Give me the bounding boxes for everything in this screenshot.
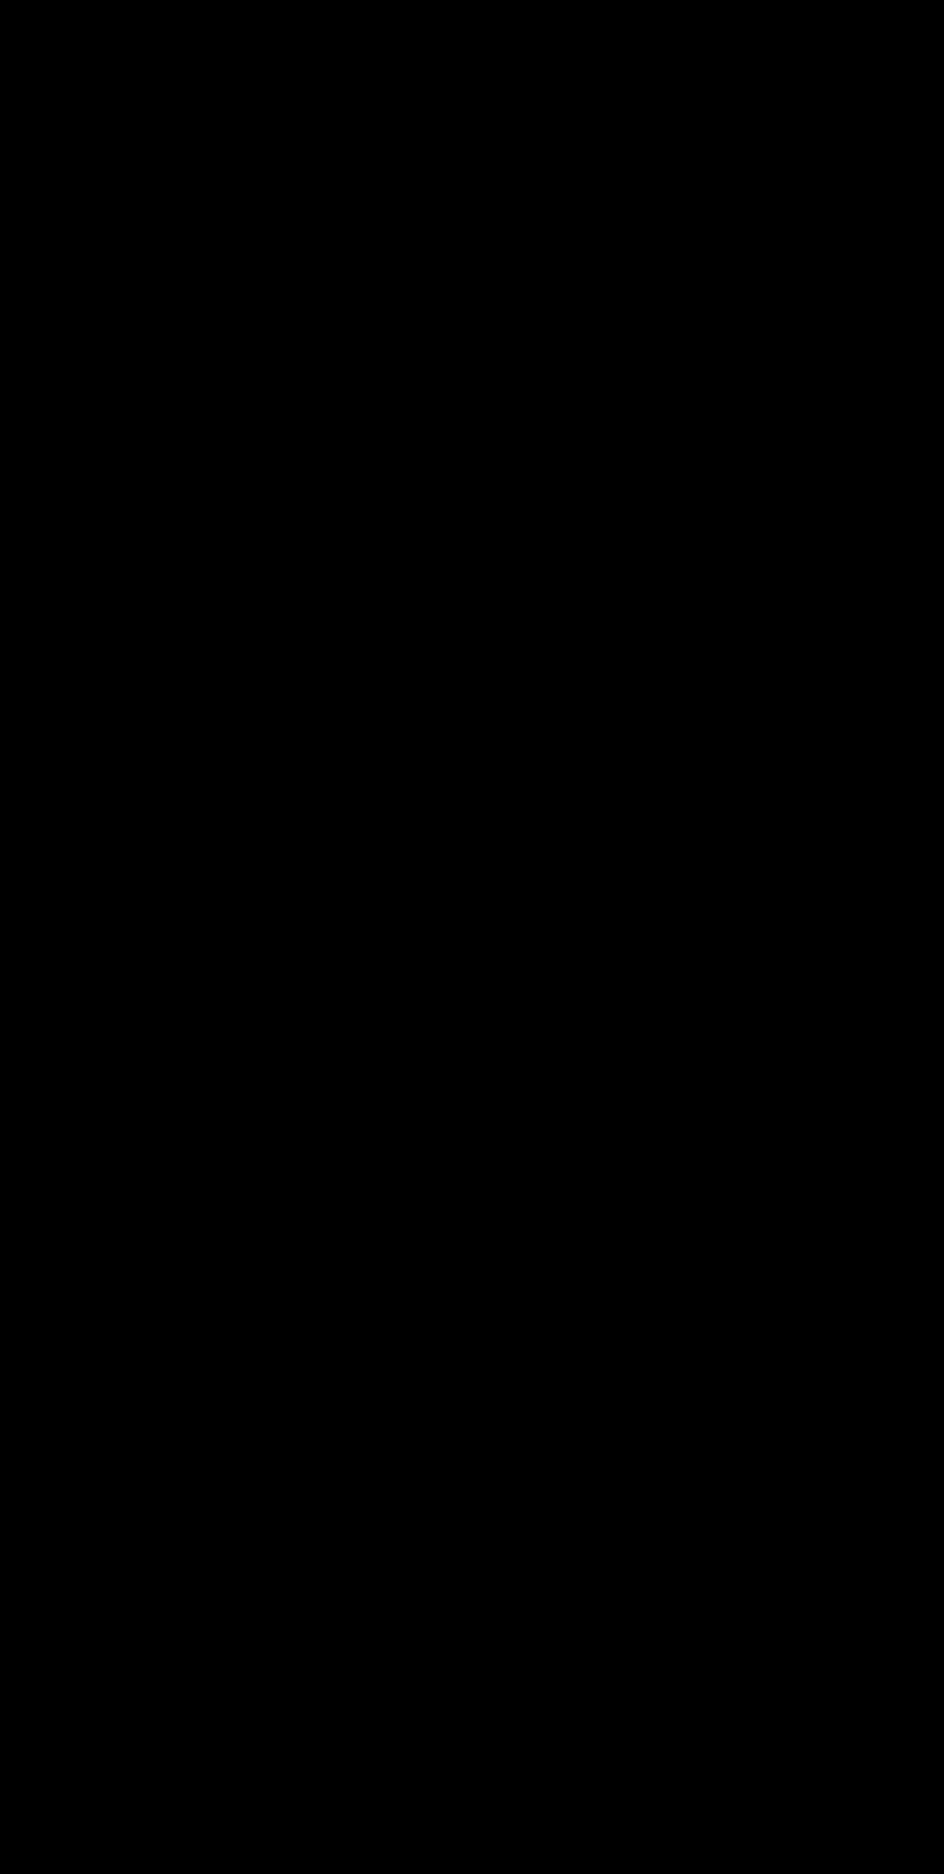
- amplitude-equation-fraction: d²x dt²: [210, 975, 236, 1014]
- closing-note-line-1: As time passes, the amplitude continues …: [0, 1745, 751, 1766]
- part-c-marks: (2 marks): [863, 1161, 944, 1182]
- intro-line-3: The initial velocity is 8π centimetres p…: [0, 145, 702, 166]
- friction-equation-rhs: = −0.4A.: [30, 1097, 101, 1119]
- part-b-text: Calculate the distance the mass travels …: [72, 944, 626, 965]
- part-d-line-1: Determine, correct to the nearest 0.1 se…: [72, 1826, 791, 1847]
- amplitude-equation-denominator: dt²: [214, 994, 233, 1014]
- intro-line-2: about a fixed point O according to the d…: [0, 73, 586, 112]
- part-d-marks: (3 marks): [863, 1850, 944, 1872]
- part-b-marks: (3 marks): [863, 944, 944, 965]
- amplitude-note-post: assumes that the amplitude of oscillatio…: [302, 984, 773, 1006]
- friction-note-line-2: dA dt = −0.4A. Also assume A(0) = 8 cent…: [0, 1088, 395, 1127]
- friction-equation-fraction: dA dt: [0, 1088, 23, 1127]
- part-d: (d) Determine, correct to the nearest 0.1…: [0, 1825, 944, 1874]
- intro-equation-rhs: = −π²x.: [526, 82, 586, 104]
- amplitude-note-line-1: The differential equation d²x dt² = −π²x…: [0, 975, 773, 1014]
- part-c-text: Determine the function A(t) that gives t…: [72, 1161, 613, 1182]
- friction-equation-denominator: dt: [4, 1107, 19, 1127]
- amplitude-equation-rhs: = −π²x: [243, 984, 298, 1006]
- part-a: (a) Determine the function x(t) that give…: [0, 200, 944, 225]
- intro-line-1: After t seconds, the displacement x cent…: [0, 53, 798, 74]
- question-marks: (11 marks): [849, 1, 944, 22]
- amplitude-note-line-2: over time.: [0, 1016, 84, 1037]
- intro-equation-numerator: d²x: [493, 73, 520, 94]
- friction-equation-numerator: dA: [0, 1088, 23, 1109]
- part-a-marks: (3 marks): [863, 201, 944, 222]
- part-b-label: (b): [0, 944, 24, 965]
- part-a-text: Determine the function x(t) that gives t…: [72, 201, 714, 222]
- amplitude-equation-numerator: d²x: [210, 975, 236, 996]
- part-a-label: (a): [0, 201, 24, 222]
- friction-note-post: Also assume A(0) = 8 centimetres.: [104, 1097, 395, 1119]
- intro-equation-fraction: d²x dt²: [493, 73, 520, 112]
- part-d-line-2: appear to stop oscillating.: [72, 1850, 288, 1872]
- part-c-label: (c): [0, 1161, 23, 1182]
- intro-equation-denominator: dt²: [497, 92, 516, 112]
- part-c: (c) Determine the function A(t) that give…: [0, 1160, 944, 1185]
- part-d-label: (d): [0, 1826, 24, 1847]
- amplitude-note-pre: The differential equation: [0, 984, 204, 1006]
- part-b: (b) Calculate the distance the mass trave…: [0, 943, 944, 968]
- question-header: Question 17 (11 marks): [0, 0, 944, 25]
- closing-note-line-2: appears to stop oscillating. This occurs…: [0, 1772, 676, 1793]
- question-title: Question 17: [0, 1, 109, 22]
- intro-line-2-text: about a fixed point O according to the d…: [0, 82, 487, 104]
